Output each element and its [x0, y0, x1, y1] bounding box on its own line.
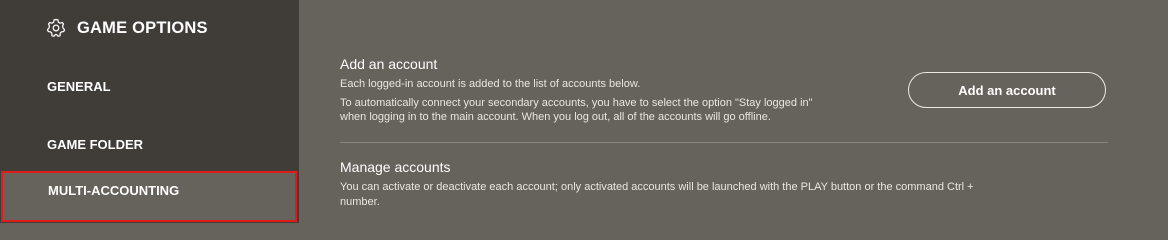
sidebar-title: GAME OPTIONS — [77, 18, 208, 37]
sidebar-item-game-folder[interactable]: GAME FOLDER — [0, 119, 299, 169]
add-account-desc-line: when logging in to the main account. Whe… — [340, 111, 771, 123]
add-account-title: Add an account — [340, 56, 438, 72]
sidebar-header: GAME OPTIONS — [46, 17, 208, 39]
add-account-description: Each logged-in account is added to the l… — [340, 77, 900, 125]
sidebar-item-general[interactable]: GENERAL — [0, 61, 299, 111]
manage-accounts-desc-line: number. — [340, 195, 380, 208]
game-options-window: GAME OPTIONS GENERAL GAME FOLDER MULTI-A… — [0, 0, 1168, 223]
manage-accounts-desc-line: You can activate or deactivate each acco… — [340, 181, 974, 193]
add-account-button[interactable]: Add an account — [908, 72, 1106, 108]
add-account-desc-line: Each logged-in account is added to the l… — [340, 78, 641, 90]
manage-accounts-title: Manage accounts — [340, 159, 451, 175]
gear-icon — [46, 18, 66, 37]
sidebar: GAME OPTIONS GENERAL GAME FOLDER MULTI-A… — [0, 0, 299, 223]
manage-accounts-description: You can activate or deactivate each acco… — [340, 180, 1120, 209]
main-content: Add an account Each logged-in account is… — [299, 0, 1168, 223]
section-divider — [340, 142, 1108, 143]
add-account-desc-line: To automatically connect your secondary … — [340, 96, 813, 109]
sidebar-item-multi-accounting[interactable]: MULTI-ACCOUNTING — [1, 171, 297, 222]
